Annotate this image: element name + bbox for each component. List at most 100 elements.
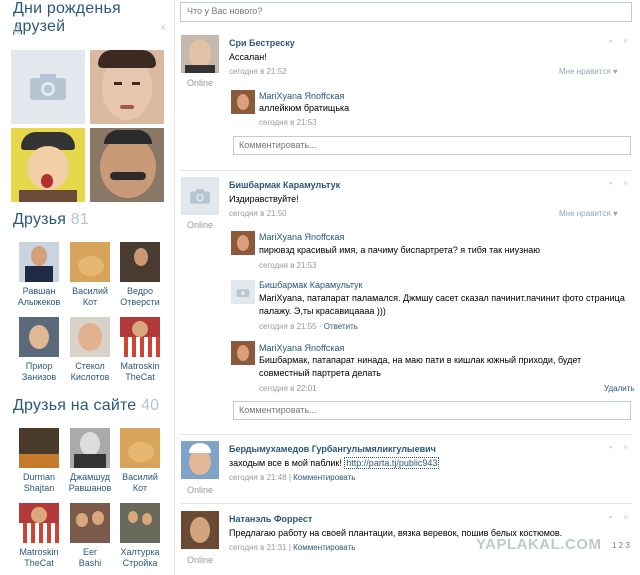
heart-icon: ♥ <box>612 209 618 218</box>
post-time[interactable]: сегодня в 21:52 <box>229 67 287 76</box>
friend-avatar <box>120 242 160 282</box>
friend-avatar <box>19 428 59 468</box>
comment-text: Бишбармак, патапарат нинада, на маю пати… <box>259 355 582 378</box>
comment-time[interactable]: сегодня в 22:01 <box>259 384 317 393</box>
friend-avatar <box>120 503 160 543</box>
post-author[interactable]: Натанэль Форрест <box>229 514 312 524</box>
close-icon[interactable]: × <box>623 512 628 522</box>
column-divider <box>174 0 175 575</box>
friend-item[interactable]: Василий Кот <box>116 428 164 494</box>
comment-input[interactable]: Комментировать... <box>233 401 631 420</box>
post-author[interactable]: Бишбармак Карамультук <box>229 180 340 190</box>
like-button[interactable]: Мне нравится ♥ <box>559 209 618 218</box>
friend-item[interactable]: Халтурка Стройка <box>116 503 164 569</box>
close-icon[interactable]: × <box>623 442 628 452</box>
friend-avatar <box>19 242 59 282</box>
comment-author[interactable]: Бишбармак Карамультук <box>259 280 363 290</box>
friend-item[interactable]: Стекол Кислотов <box>66 317 114 383</box>
reply-icon[interactable]: ▪ <box>609 442 612 452</box>
post-author[interactable]: Сри Бестреску <box>229 38 295 48</box>
friend-item[interactable]: Равшан Алыжеков <box>15 242 63 308</box>
birthday-avatar[interactable] <box>11 128 85 202</box>
comment-avatar[interactable] <box>231 231 255 255</box>
comment-avatar[interactable] <box>231 280 255 304</box>
birthday-avatar[interactable] <box>90 128 164 202</box>
post-text: заходым все в мой паблик! http://parta.t… <box>229 457 440 469</box>
reply-icon[interactable]: ▪ <box>609 178 612 188</box>
friend-item[interactable]: Джамшуд Равшанов <box>66 428 114 494</box>
post-link[interactable]: http://parta.tj/public943 <box>344 457 440 469</box>
post-avatar[interactable] <box>181 441 219 479</box>
friend-item[interactable]: Durman Shajtan <box>15 428 63 494</box>
delete-link[interactable]: Удалить <box>604 384 635 393</box>
friend-avatar <box>70 428 110 468</box>
comment-avatar[interactable] <box>231 341 255 365</box>
post-time[interactable]: сегодня в 21:31 <box>229 543 287 552</box>
friends-title[interactable]: Друзья 81 <box>13 211 89 229</box>
online-status: Online <box>186 555 213 565</box>
post-meta: сегодня в 21:48 | Комментировать <box>229 473 356 482</box>
post-author[interactable]: Бердымухамедов Гурбангулымяликгулыевич <box>229 444 436 454</box>
friend-avatar <box>70 317 110 357</box>
birthdays-title[interactable]: Дни рожденья друзей <box>13 0 172 36</box>
camera-icon <box>236 288 250 297</box>
comment-time[interactable]: сегодня в 21:53 <box>259 118 317 127</box>
watermark: YAPLAKAL.COM <box>476 536 602 553</box>
comment-author[interactable]: MariXyana Яnоffская <box>259 343 344 353</box>
comment-link[interactable]: Комментировать <box>293 473 355 482</box>
post-divider <box>180 503 632 504</box>
close-icon[interactable]: × <box>623 36 628 46</box>
comment-time[interactable]: сегодня в 21:53 <box>259 261 317 270</box>
comment-avatar[interactable] <box>231 90 255 114</box>
post-avatar[interactable] <box>181 177 219 215</box>
post-meta: сегодня в 21:31 | Комментировать <box>229 543 356 552</box>
post-avatar[interactable] <box>181 35 219 73</box>
close-icon[interactable]: × <box>160 22 166 34</box>
comment-input[interactable]: Комментировать... <box>233 136 631 155</box>
post-time[interactable]: сегодня в 21:50 <box>229 209 287 218</box>
status-input[interactable]: Что у Вас нового? <box>180 2 632 22</box>
comment-time[interactable]: сегодня в 21:55 <box>259 322 317 331</box>
online-status: Online <box>186 78 213 88</box>
comment-meta: сегодня в 21:55 · Ответить <box>259 322 358 331</box>
friend-avatar <box>70 242 110 282</box>
online-status: Online <box>186 485 213 495</box>
post-avatar[interactable] <box>181 511 219 549</box>
comment-text: аллейкюм братищька <box>259 103 350 113</box>
friend-avatar <box>19 503 59 543</box>
friend-item[interactable]: Приор Занизов <box>15 317 63 383</box>
friend-item[interactable]: Matroskin TheCat <box>15 503 63 569</box>
post-divider <box>180 434 632 435</box>
comment-link[interactable]: Комментировать <box>293 543 355 552</box>
friend-item[interactable]: Василий Кот <box>66 242 114 308</box>
post-text: Издиравствуйте! <box>229 194 299 204</box>
friend-avatar <box>19 317 59 357</box>
friend-item[interactable]: Matroskin TheCat <box>116 317 164 383</box>
comment-author[interactable]: MariXyana Яnоffская <box>259 91 344 101</box>
birthday-avatar-placeholder[interactable] <box>11 50 85 124</box>
comment-text: пирювзд красивый имя, а пачиму биспартре… <box>259 245 540 255</box>
close-icon[interactable]: × <box>623 178 628 188</box>
post-divider <box>180 170 632 171</box>
camera-icon <box>30 74 66 100</box>
online-friends-title[interactable]: Друзья на сайте 40 <box>13 397 159 415</box>
heart-icon: ♥ <box>612 67 618 76</box>
comment-text: MariXyana, патапарат паламался. Джмшу са… <box>259 293 625 316</box>
friend-item[interactable]: Ведро Отверсти <box>116 242 164 308</box>
reply-icon[interactable]: ▪ <box>609 36 612 46</box>
left-column: Дни рожденья друзей 4 × Друзья 81 Равшан… <box>0 0 172 575</box>
camera-icon <box>190 188 210 204</box>
post-time[interactable]: сегодня в 21:48 <box>229 473 287 482</box>
online-status: Online <box>186 220 213 230</box>
reply-link[interactable]: Ответить <box>324 322 358 331</box>
birthday-avatar[interactable] <box>90 50 164 124</box>
post-text: Ассалан! <box>229 52 267 62</box>
birthdays-count: 4 <box>13 22 21 37</box>
reply-icon[interactable]: ▪ <box>609 512 612 522</box>
pager[interactable]: 1 2 3 <box>612 541 630 550</box>
friend-item[interactable]: Ееr Bashi <box>66 503 114 569</box>
like-button[interactable]: Мне нравится ♥ <box>559 67 618 76</box>
comment-author[interactable]: MariXyana Яnоffская <box>259 232 344 242</box>
news-feed: Что у Вас нового? Online Сри Бестреску А… <box>176 0 640 575</box>
friend-avatar <box>120 428 160 468</box>
